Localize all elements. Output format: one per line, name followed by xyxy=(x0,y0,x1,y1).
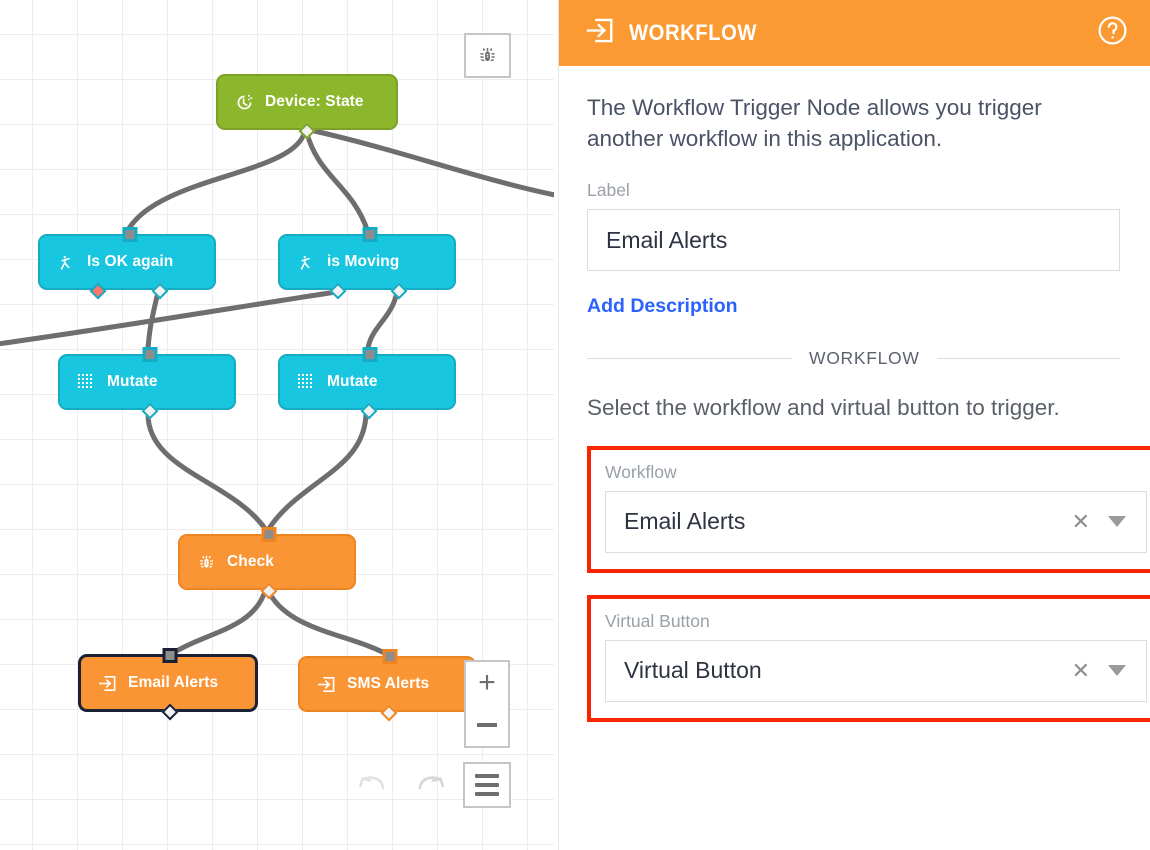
enter-arrow-icon xyxy=(97,673,117,693)
node-input-port[interactable] xyxy=(261,527,277,542)
label-field-label: Label xyxy=(587,180,630,201)
close-x-icon[interactable]: ✕ xyxy=(1072,659,1090,682)
virtual-button-select-label: Virtual Button xyxy=(605,610,710,631)
node-output-port[interactable] xyxy=(298,122,316,140)
divider-line-left xyxy=(587,358,792,360)
node-output-port-true[interactable] xyxy=(390,282,408,300)
timer-gear-icon xyxy=(234,92,254,112)
branch-person-icon xyxy=(296,252,316,272)
node-output-port-false[interactable] xyxy=(89,282,107,300)
workflow-select-label: Workflow xyxy=(605,461,677,482)
virtual-button-select[interactable]: Virtual Button ✕ xyxy=(605,639,1147,702)
section-divider-label: WORKFLOW xyxy=(809,348,920,369)
hamburger-icon-line xyxy=(475,792,499,796)
panel-header: WORKFLOW xyxy=(559,0,1150,66)
bug-icon xyxy=(196,552,216,572)
branch-person-icon xyxy=(56,252,76,272)
caret-down-icon[interactable] xyxy=(1108,665,1126,677)
undo-arrow-icon xyxy=(358,776,385,790)
redo-button[interactable] xyxy=(408,763,454,807)
plus-icon: + xyxy=(478,665,496,699)
node-input-port[interactable] xyxy=(162,648,178,663)
caret-down-icon[interactable] xyxy=(1108,516,1126,528)
divider-line-right xyxy=(936,358,1120,360)
node-label: Mutate xyxy=(327,373,378,390)
enter-arrow-icon xyxy=(585,17,615,49)
workflow-select-value: Email Alerts xyxy=(624,508,746,535)
section-description: Select the workflow and virtual button t… xyxy=(587,395,1060,421)
hamburger-icon-line xyxy=(475,783,499,787)
node-is-moving[interactable]: is Moving xyxy=(278,227,456,300)
workflow-node-panel: WORKFLOW The Workflow Trigger Node allow… xyxy=(558,0,1150,850)
node-input-port[interactable] xyxy=(122,227,138,242)
node-label: Mutate xyxy=(107,373,158,390)
workflow-select-highlight: Workflow Email Alerts ✕ xyxy=(587,445,1150,573)
node-label: Email Alerts xyxy=(128,674,219,691)
close-x-icon[interactable]: ✕ xyxy=(1072,510,1090,533)
add-description-link[interactable]: Add Description xyxy=(587,295,738,318)
node-check[interactable]: Check xyxy=(178,527,356,600)
app-root: Device: State Is OK again is Moving Muta… xyxy=(0,0,1150,850)
label-input-value: Email Alerts xyxy=(606,226,728,253)
bug-icon xyxy=(480,47,495,62)
node-input-port[interactable] xyxy=(382,649,398,664)
node-input-port[interactable] xyxy=(362,227,378,242)
grid-dots-icon xyxy=(296,372,316,392)
label-input[interactable]: Email Alerts xyxy=(587,209,1120,272)
node-label: SMS Alerts xyxy=(347,675,430,692)
canvas-debug-button[interactable] xyxy=(464,33,511,78)
node-label: Check xyxy=(227,553,275,570)
node-output-port[interactable] xyxy=(360,402,378,420)
minus-icon xyxy=(477,722,497,727)
section-divider: WORKFLOW xyxy=(587,348,1120,369)
help-circle-icon[interactable] xyxy=(1097,15,1128,51)
node-mutate-2[interactable]: Mutate xyxy=(278,347,456,420)
node-label: is Moving xyxy=(327,253,400,270)
workflow-canvas[interactable]: Device: State Is OK again is Moving Muta… xyxy=(0,0,554,850)
zoom-in-button[interactable]: + xyxy=(464,660,510,705)
enter-arrow-icon xyxy=(316,674,336,694)
node-input-port[interactable] xyxy=(142,347,158,362)
zoom-out-button[interactable] xyxy=(464,703,510,748)
undo-button[interactable] xyxy=(349,763,395,807)
node-output-port[interactable] xyxy=(161,703,179,721)
node-output-port[interactable] xyxy=(260,582,278,600)
node-output-port[interactable] xyxy=(380,704,398,722)
node-is-ok-again[interactable]: Is OK again xyxy=(38,227,216,300)
node-label: Device: State xyxy=(265,93,364,110)
node-mutate-1[interactable]: Mutate xyxy=(58,347,236,420)
node-output-port-false[interactable] xyxy=(329,282,347,300)
canvas-menu-button[interactable] xyxy=(463,762,511,808)
redo-arrow-icon xyxy=(418,776,445,790)
workflow-select[interactable]: Email Alerts ✕ xyxy=(605,490,1147,553)
virtual-button-select-value: Virtual Button xyxy=(624,657,762,684)
panel-title: WORKFLOW xyxy=(629,20,758,45)
virtual-button-select-highlight: Virtual Button Virtual Button ✕ xyxy=(587,594,1150,722)
node-output-port-true[interactable] xyxy=(151,282,169,300)
panel-body: The Workflow Trigger Node allows you tri… xyxy=(559,66,1150,722)
hamburger-icon xyxy=(475,774,499,778)
node-email-alerts[interactable]: Email Alerts xyxy=(78,648,258,721)
grid-dots-icon xyxy=(76,372,96,392)
node-label: Is OK again xyxy=(87,253,174,270)
node-device-state[interactable]: Device: State xyxy=(216,74,398,140)
panel-description: The Workflow Trigger Node allows you tri… xyxy=(587,95,1042,152)
node-output-port[interactable] xyxy=(141,402,159,420)
node-input-port[interactable] xyxy=(362,347,378,362)
node-sms-alerts[interactable]: SMS Alerts xyxy=(298,649,476,722)
